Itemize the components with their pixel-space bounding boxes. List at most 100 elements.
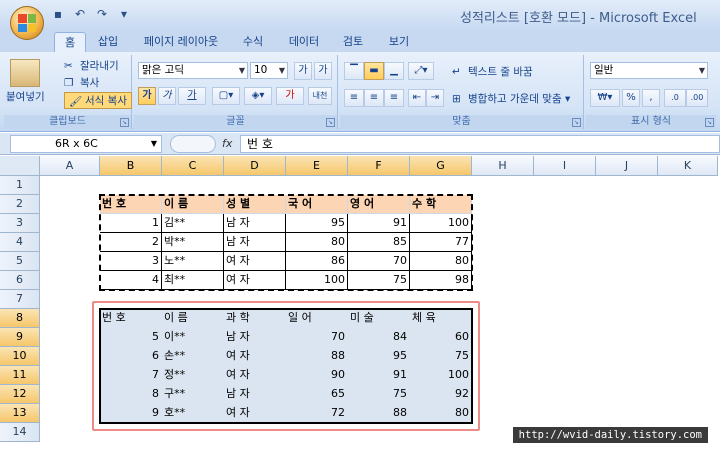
table1-cell[interactable]: 김**: [162, 214, 224, 233]
table2-cell[interactable]: 8: [100, 385, 162, 404]
table1-header-cell[interactable]: 성 별: [224, 195, 286, 214]
table1-header-cell[interactable]: 영 어: [348, 195, 410, 214]
table2-cell[interactable]: 여 자: [224, 404, 286, 423]
row-header-4[interactable]: 4: [0, 233, 40, 252]
column-header-c[interactable]: C: [162, 156, 224, 176]
table2-cell[interactable]: 60: [410, 328, 472, 347]
table2-header-cell[interactable]: 미 술: [348, 309, 410, 328]
table1-header-cell[interactable]: 번 호: [100, 195, 162, 214]
insert-function-icon[interactable]: fx: [222, 137, 232, 150]
font-name-select[interactable]: 맑은 고딕 ▼: [138, 62, 248, 79]
column-header-h[interactable]: H: [472, 156, 534, 176]
table2-cell[interactable]: 88: [348, 404, 410, 423]
alignment-launcher-icon[interactable]: ↘: [572, 118, 581, 127]
font-color-button[interactable]: 가: [276, 87, 304, 105]
table2-cell[interactable]: 92: [410, 385, 472, 404]
table1-cell[interactable]: 남 자: [224, 233, 286, 252]
table1-cell[interactable]: 95: [286, 214, 348, 233]
table1-cell[interactable]: 1: [100, 214, 162, 233]
table2-cell[interactable]: 구**: [162, 385, 224, 404]
paste-button[interactable]: 붙여넣기: [6, 89, 45, 104]
row-header-2[interactable]: 2: [0, 195, 40, 214]
phonetic-button[interactable]: 내천: [308, 87, 332, 105]
table2-cell[interactable]: 정**: [162, 366, 224, 385]
row-header-12[interactable]: 12: [0, 385, 40, 404]
font-launcher-icon[interactable]: ↘: [326, 118, 335, 127]
column-header-b[interactable]: B: [100, 156, 162, 176]
table1-cell[interactable]: 2: [100, 233, 162, 252]
column-header-g[interactable]: G: [410, 156, 472, 176]
format-painter-button[interactable]: 🖌 서식 복사: [64, 92, 132, 109]
row-header-1[interactable]: 1: [0, 176, 40, 195]
orientation-icon[interactable]: ⤢▾: [408, 62, 434, 80]
tab-review[interactable]: 검토: [336, 32, 370, 52]
shrink-font-button[interactable]: 가: [314, 62, 332, 80]
table1-cell[interactable]: 75: [348, 271, 410, 290]
undo-icon[interactable]: ↶: [72, 7, 88, 21]
table2-cell[interactable]: 호**: [162, 404, 224, 423]
table2-header-cell[interactable]: 일 어: [286, 309, 348, 328]
table2-cell[interactable]: 80: [410, 404, 472, 423]
align-top-icon[interactable]: ▔: [344, 62, 364, 80]
row-header-14[interactable]: 14: [0, 423, 40, 442]
table2-cell[interactable]: 88: [286, 347, 348, 366]
table2-cell[interactable]: 95: [348, 347, 410, 366]
table1-cell[interactable]: 100: [286, 271, 348, 290]
tab-formulas[interactable]: 수식: [236, 32, 270, 52]
column-header-a[interactable]: A: [40, 156, 100, 176]
table2-cell[interactable]: 여 자: [224, 347, 286, 366]
table2-cell[interactable]: 이**: [162, 328, 224, 347]
table1-cell[interactable]: 80: [286, 233, 348, 252]
save-icon[interactable]: ▪: [50, 7, 66, 21]
table2-cell[interactable]: 75: [410, 347, 472, 366]
wrap-text-button[interactable]: ↵ 텍스트 줄 바꿈: [452, 64, 533, 79]
tab-view[interactable]: 보기: [382, 32, 416, 52]
table2-cell[interactable]: 100: [410, 366, 472, 385]
row-header-13[interactable]: 13: [0, 404, 40, 423]
column-header-k[interactable]: K: [658, 156, 718, 176]
tab-insert[interactable]: 삽입: [92, 32, 124, 52]
table2-cell[interactable]: 72: [286, 404, 348, 423]
table2-cell[interactable]: 6: [100, 347, 162, 366]
table2-cell[interactable]: 65: [286, 385, 348, 404]
table2-cell[interactable]: 91: [348, 366, 410, 385]
table1-cell[interactable]: 여 자: [224, 252, 286, 271]
table2-cell[interactable]: 75: [348, 385, 410, 404]
table2-header-cell[interactable]: 번 호: [100, 309, 162, 328]
table1-cell[interactable]: 노**: [162, 252, 224, 271]
underline-button[interactable]: 가: [178, 87, 206, 105]
align-bottom-icon[interactable]: ▁: [384, 62, 404, 80]
grow-font-button[interactable]: 가: [294, 62, 312, 80]
table1-cell[interactable]: 85: [348, 233, 410, 252]
table2-cell[interactable]: 70: [286, 328, 348, 347]
row-header-6[interactable]: 6: [0, 271, 40, 290]
percent-icon[interactable]: %: [622, 89, 640, 107]
table2-header-cell[interactable]: 과 학: [224, 309, 286, 328]
decrease-decimal-icon[interactable]: .00: [686, 89, 708, 107]
table2-cell[interactable]: 손**: [162, 347, 224, 366]
copy-button[interactable]: ❐ 복사: [64, 75, 99, 90]
cut-button[interactable]: ✂ 잘라내기: [64, 58, 119, 73]
comma-icon[interactable]: ,: [642, 89, 660, 107]
worksheet-grid[interactable]: A B C D E F G H I J K 1 2 3 4 5 6 7 8 9 10 11 12 13 14 번 호이 름성 별국…: [0, 156, 720, 451]
align-middle-icon[interactable]: ▬: [364, 62, 384, 80]
increase-indent-icon[interactable]: ⇥: [426, 89, 444, 107]
table1-cell[interactable]: 최**: [162, 271, 224, 290]
table2-cell[interactable]: 7: [100, 366, 162, 385]
row-header-7[interactable]: 7: [0, 290, 40, 309]
number-launcher-icon[interactable]: ↘: [705, 118, 714, 127]
tab-data[interactable]: 데이터: [282, 32, 326, 52]
row-header-10[interactable]: 10: [0, 347, 40, 366]
row-header-11[interactable]: 11: [0, 366, 40, 385]
decrease-indent-icon[interactable]: ⇤: [408, 89, 426, 107]
customize-qa-icon[interactable]: ▾: [116, 7, 132, 21]
table1-cell[interactable]: 77: [410, 233, 472, 252]
bold-button[interactable]: 가: [138, 87, 156, 105]
align-center-icon[interactable]: ≡: [364, 89, 384, 107]
table1-cell[interactable]: 4: [100, 271, 162, 290]
row-header-5[interactable]: 5: [0, 252, 40, 271]
table2-cell[interactable]: 84: [348, 328, 410, 347]
office-button[interactable]: [10, 6, 44, 40]
italic-button[interactable]: 가: [158, 87, 176, 105]
table1-cell[interactable]: 여 자: [224, 271, 286, 290]
